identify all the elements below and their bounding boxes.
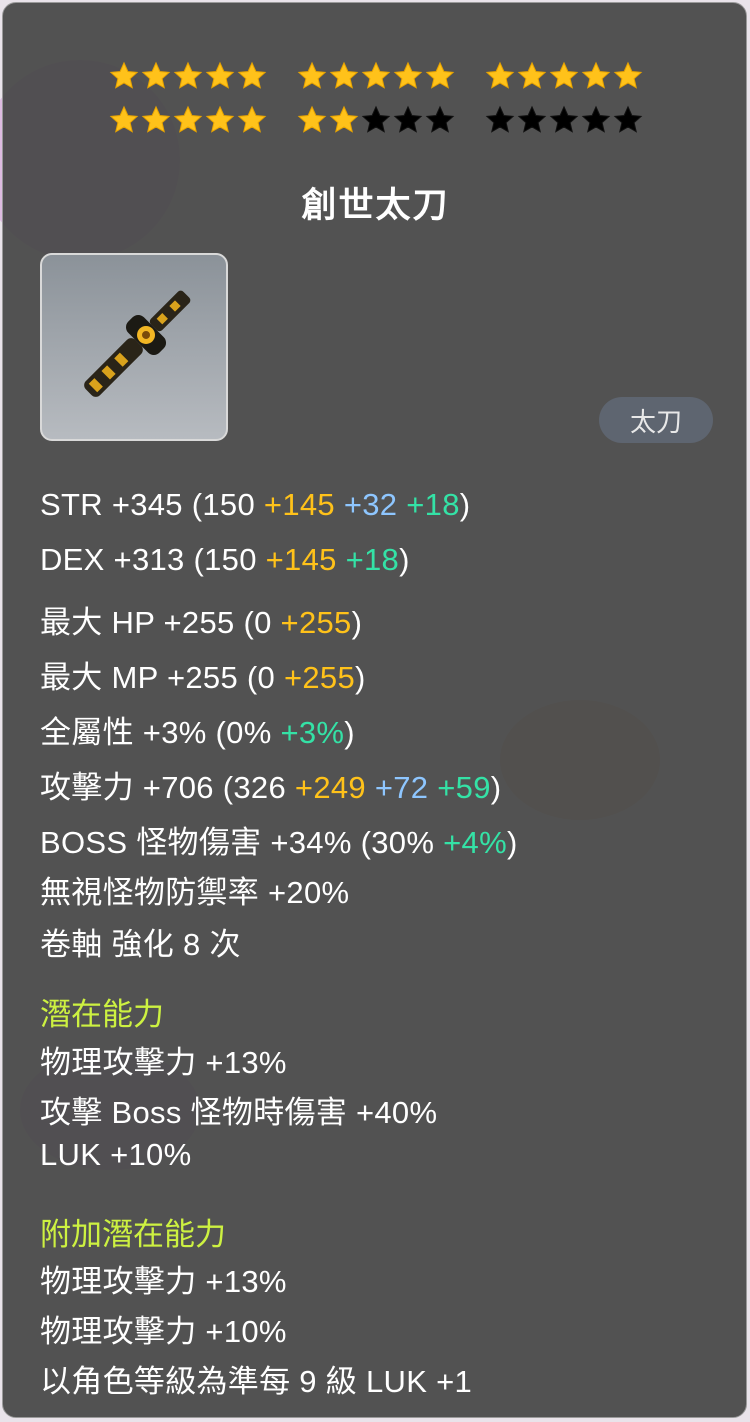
stat-bonus-value: +3%: [280, 715, 345, 750]
star-empty-icon: [581, 105, 610, 133]
star-filled-icon: [361, 61, 390, 89]
star-group: [297, 61, 455, 91]
star-force-row-2: [3, 105, 746, 135]
potential-line: 以角色等級為準每 9 級 LUK +1: [40, 1364, 473, 1399]
stat-base-text: STR +345 (150: [40, 487, 264, 522]
star-filled-icon: [173, 105, 202, 133]
star-filled-icon: [297, 61, 326, 89]
stat-line: 攻擊力 +706 (326 +249 +72 +59): [40, 762, 501, 807]
stat-close-paren: ): [399, 542, 410, 577]
item-tooltip: 創世太刀 太刀 STR +345 (150 +145 +32 +18) DEX +…: [2, 2, 747, 1418]
star-filled-icon: [517, 61, 546, 89]
stat-bonus-value: +145: [265, 542, 337, 577]
star-filled-icon: [237, 105, 266, 133]
star-filled-icon: [329, 61, 358, 89]
star-filled-icon: [297, 105, 326, 133]
star-filled-icon: [141, 61, 170, 89]
stat-line: DEX +313 (150 +145 +18): [40, 542, 410, 578]
stat-close-paren: ): [459, 487, 471, 522]
star-filled-icon: [109, 61, 138, 89]
star-filled-icon: [173, 61, 202, 89]
stat-bonus-value: +249: [294, 770, 366, 805]
star-filled-icon: [549, 61, 578, 89]
star-force-row-1: [3, 61, 746, 91]
potential-title: 潛在能力: [40, 997, 164, 1032]
stat-bonus-value: +255: [283, 660, 356, 695]
star-empty-icon: [485, 105, 514, 133]
stat-base-text: BOSS 怪物傷害 +34% (30%: [40, 825, 444, 860]
star-filled-icon: [329, 105, 358, 133]
stat-base-text: 全屬性 +3% (0%: [40, 715, 281, 750]
stat-bonus-value: +4%: [443, 825, 507, 860]
star-filled-icon: [485, 61, 514, 89]
star-filled-icon: [109, 105, 138, 133]
stat-line: 無視怪物防禦率 +20%: [40, 867, 349, 912]
additional-potential-title: 附加潛在能力: [40, 1217, 226, 1252]
star-filled-icon: [393, 61, 422, 89]
stat-close-paren: ): [506, 825, 518, 860]
stat-base-text: 攻擊力 +706 (326: [40, 770, 295, 805]
potential-line: 物理攻擊力 +10%: [40, 1314, 287, 1349]
potential-line: 攻擊 Boss 怪物時傷害 +40%: [40, 1095, 438, 1130]
stat-bonus-value: +72: [365, 770, 429, 805]
star-empty-icon: [425, 105, 454, 133]
star-empty-icon: [393, 105, 422, 133]
stat-base-text: 最大 HP +255 (0: [40, 605, 281, 640]
star-empty-icon: [613, 105, 642, 133]
star-filled-icon: [141, 105, 170, 133]
stat-bonus-value: +18: [336, 542, 400, 577]
star-filled-icon: [205, 105, 234, 133]
star-empty-icon: [361, 105, 390, 133]
stat-base-text: 無視怪物防禦率 +20%: [40, 875, 350, 910]
star-filled-icon: [205, 61, 234, 89]
star-filled-icon: [581, 61, 610, 89]
stat-bonus-value: +18: [397, 487, 460, 522]
stat-bonus-value: +59: [428, 770, 491, 805]
stat-close-paren: ): [351, 605, 363, 640]
weapon-type-badge: 太刀: [599, 397, 713, 443]
star-filled-icon: [613, 61, 642, 89]
potential-line: 物理攻擊力 +13%: [40, 1264, 287, 1299]
star-group: [109, 105, 267, 135]
stat-base-text: 卷軸 強化 8 次: [40, 927, 241, 962]
stat-base-text: 最大 MP +255 (0: [40, 660, 284, 695]
stat-bonus-value: +32: [334, 487, 398, 522]
star-filled-icon: [237, 61, 266, 89]
star-empty-icon: [549, 105, 578, 133]
star-group: [485, 61, 643, 91]
star-empty-icon: [517, 105, 546, 133]
star-group: [485, 105, 643, 135]
stat-close-paren: ): [344, 715, 355, 750]
item-icon-frame: [40, 253, 228, 441]
stat-bonus-value: +255: [280, 605, 352, 640]
stat-line: STR +345 (150 +145 +32 +18): [40, 487, 470, 523]
item-name: 創世太刀: [301, 186, 450, 225]
stat-line: 全屬性 +3% (0% +3%): [40, 707, 355, 752]
stat-line: 卷軸 強化 8 次: [40, 919, 241, 964]
star-group: [109, 61, 267, 91]
star-group: [297, 105, 455, 135]
star-filled-icon: [425, 61, 454, 89]
stat-line: 最大 MP +255 (0 +255): [40, 652, 366, 697]
stat-close-paren: ): [355, 660, 366, 695]
stat-close-paren: ): [490, 770, 502, 805]
stat-line: 最大 HP +255 (0 +255): [40, 597, 362, 642]
weapon-katana-icon: [84, 290, 191, 397]
stat-line: BOSS 怪物傷害 +34% (30% +4%): [40, 817, 518, 862]
stat-base-text: DEX +313 (150: [40, 542, 266, 577]
potential-line: LUK +10%: [40, 1137, 192, 1172]
stat-bonus-value: +145: [263, 487, 335, 522]
potential-line: 物理攻擊力 +13%: [40, 1045, 287, 1080]
